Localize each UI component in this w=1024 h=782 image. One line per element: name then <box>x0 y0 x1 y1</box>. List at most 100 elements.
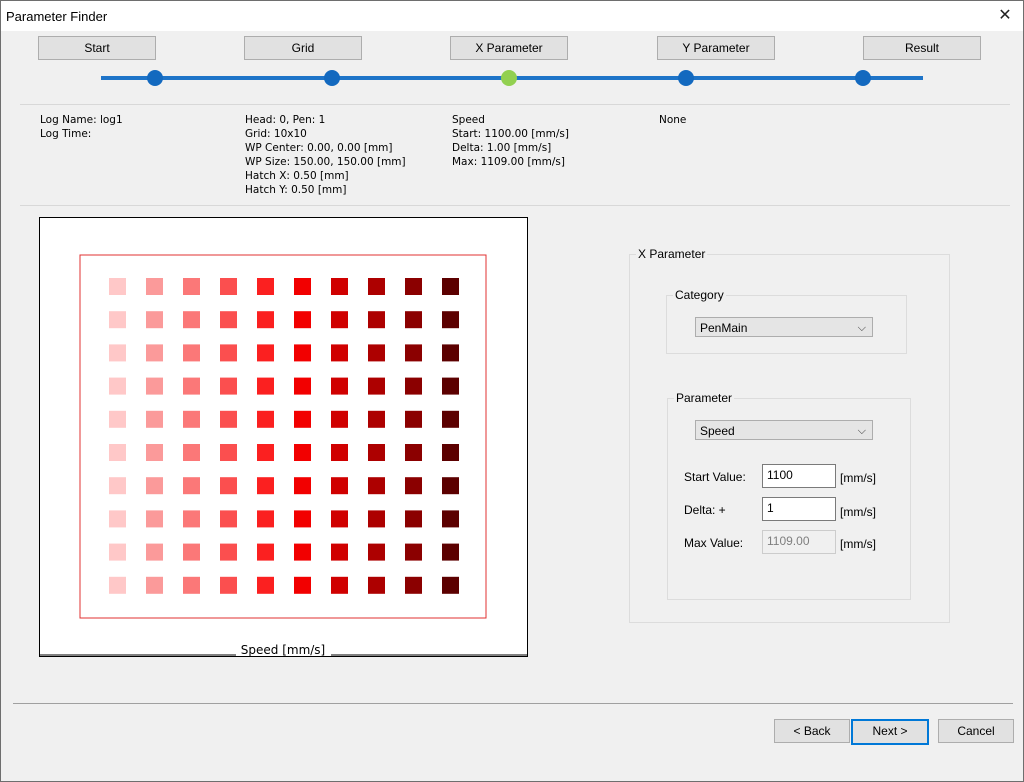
x-parameter-group: X Parameter Category PenMain ⌵ Parameter… <box>629 247 950 623</box>
test-cell <box>183 410 200 428</box>
category-group-title: Category <box>673 288 726 302</box>
chevron-down-icon: ⌵ <box>857 322 866 334</box>
test-cell <box>442 344 459 362</box>
window-title: Parameter Finder <box>6 9 108 24</box>
test-cell <box>331 576 348 594</box>
test-cell <box>442 444 459 461</box>
test-cell <box>183 543 200 561</box>
test-cell <box>368 543 385 561</box>
max-value-label: Max Value: <box>684 536 744 550</box>
test-cell <box>183 344 200 362</box>
category-dropdown[interactable]: PenMain ⌵ <box>695 317 873 337</box>
start-value-unit: [mm/s] <box>840 471 876 485</box>
next-button[interactable]: Next > <box>851 719 929 745</box>
footer-divider <box>13 703 1013 704</box>
delta-label: Delta: + <box>684 503 726 517</box>
test-cell <box>368 278 385 295</box>
test-cell <box>220 311 237 329</box>
grid-info-text: Head: 0, Pen: 1 Grid: 10x10 WP Center: 0… <box>245 114 406 196</box>
test-cell <box>368 477 385 495</box>
test-cell <box>294 311 311 329</box>
title-bar: Parameter Finder ✕ <box>1 1 1023 31</box>
progress-dot-y-parameter <box>678 70 694 86</box>
test-cell <box>294 377 311 395</box>
test-cell <box>183 576 200 594</box>
x-parameter-info-text: Speed Start: 1100.00 [mm/s] Delta: 1.00 … <box>452 114 569 168</box>
test-cell <box>405 510 422 528</box>
test-cell <box>331 311 348 329</box>
step-x-parameter-button[interactable]: X Parameter <box>450 36 568 60</box>
test-cell <box>146 344 163 362</box>
test-cell <box>257 576 274 594</box>
parameter-selected-value: Speed <box>700 424 735 438</box>
test-cells <box>109 278 459 594</box>
step-grid-button[interactable]: Grid <box>244 36 362 60</box>
workpiece-boundary <box>79 254 487 619</box>
test-cell <box>183 311 200 329</box>
parameter-group: Parameter Speed ⌵ Start Value: 1100 [mm/… <box>667 391 911 600</box>
test-cell <box>109 444 126 461</box>
test-cell <box>146 311 163 329</box>
cancel-button[interactable]: Cancel <box>938 719 1014 743</box>
test-cell <box>294 278 311 295</box>
start-value-label: Start Value: <box>684 470 746 484</box>
test-cell <box>331 344 348 362</box>
test-cell <box>109 311 126 329</box>
test-cell <box>405 311 422 329</box>
test-cell <box>220 576 237 594</box>
test-cell <box>183 377 200 395</box>
step-result-button[interactable]: Result <box>863 36 981 60</box>
test-cell <box>146 477 163 495</box>
test-cell <box>368 444 385 461</box>
axis-label: Speed [mm/s] <box>241 643 325 656</box>
step-start-button[interactable]: Start <box>38 36 156 60</box>
test-cell <box>442 477 459 495</box>
test-cell <box>257 311 274 329</box>
delta-input[interactable]: 1 <box>762 497 836 521</box>
test-cell <box>109 344 126 362</box>
test-cell <box>146 278 163 295</box>
close-icon[interactable]: ✕ <box>995 6 1015 26</box>
test-cell <box>109 543 126 561</box>
test-cell <box>183 444 200 461</box>
test-cell <box>294 576 311 594</box>
test-cell <box>257 543 274 561</box>
start-value-input[interactable]: 1100 <box>762 464 836 488</box>
test-cell <box>368 510 385 528</box>
test-cell <box>442 510 459 528</box>
test-cell <box>442 311 459 329</box>
test-cell <box>146 576 163 594</box>
test-cell <box>368 410 385 428</box>
test-cell <box>257 377 274 395</box>
test-cell <box>294 410 311 428</box>
test-cell <box>109 377 126 395</box>
test-cell <box>331 410 348 428</box>
test-cell <box>294 477 311 495</box>
test-cell <box>220 477 237 495</box>
test-cell <box>183 510 200 528</box>
test-cell <box>109 278 126 295</box>
category-group: Category PenMain ⌵ <box>666 288 907 354</box>
test-cell <box>257 278 274 295</box>
test-cell <box>294 344 311 362</box>
parameter-dropdown[interactable]: Speed ⌵ <box>695 420 873 440</box>
test-cell <box>405 344 422 362</box>
test-cell <box>220 444 237 461</box>
parameter-finder-window: Parameter Finder ✕ Start Grid X Paramete… <box>0 0 1024 782</box>
test-cell <box>294 510 311 528</box>
step-y-parameter-button[interactable]: Y Parameter <box>657 36 775 60</box>
test-cell <box>368 344 385 362</box>
test-cell <box>331 477 348 495</box>
test-cell <box>331 510 348 528</box>
test-cell <box>442 410 459 428</box>
summary-info-panel: Log Name: log1 Log Time: Head: 0, Pen: 1… <box>20 104 1010 206</box>
y-parameter-info-text: None <box>659 114 687 126</box>
test-cell <box>146 444 163 461</box>
grid-preview: Speed [mm/s] <box>39 217 528 657</box>
category-selected-value: PenMain <box>700 321 748 335</box>
parameter-group-title: Parameter <box>674 391 735 405</box>
test-cell <box>183 278 200 295</box>
test-cell <box>183 477 200 495</box>
back-button[interactable]: < Back <box>774 719 850 743</box>
test-cell <box>294 444 311 461</box>
